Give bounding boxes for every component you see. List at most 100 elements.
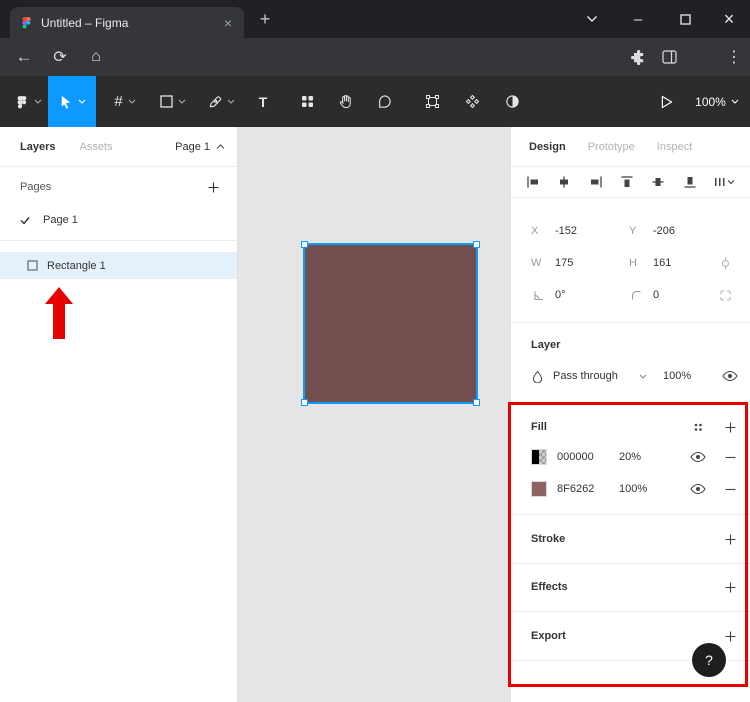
mask-half-circle-icon — [505, 94, 520, 109]
layer-opacity-input[interactable]: 100% — [663, 364, 691, 388]
align-vertical-center-icon[interactable] — [651, 175, 665, 189]
selection-handle[interactable] — [473, 399, 480, 406]
divider — [511, 403, 750, 404]
corner-radius-input[interactable]: 0 — [653, 283, 659, 307]
page-list-item[interactable]: Page 1 — [0, 207, 237, 233]
fill-hex-input[interactable]: 000000 — [557, 445, 594, 469]
align-top-icon[interactable] — [620, 175, 634, 189]
add-effect-button[interactable] — [718, 575, 742, 599]
y-input[interactable]: -206 — [653, 219, 675, 243]
zoom-level: 100% — [695, 95, 726, 109]
rectangle-tool-icon — [160, 95, 173, 108]
figma-browser-window: Untitled – Figma × + – × ← ⟳ ⌂ https://w… — [0, 0, 750, 702]
fill-color-swatch[interactable] — [531, 449, 547, 465]
rectangle-layer-icon — [27, 260, 38, 271]
x-input[interactable]: -152 — [555, 219, 577, 243]
chevron-down-icon[interactable] — [631, 364, 655, 388]
main-menu-button[interactable] — [6, 76, 50, 127]
tab-assets[interactable]: Assets — [79, 141, 112, 153]
layer-list-item-rectangle[interactable]: Rectangle 1 — [0, 252, 237, 279]
align-left-icon[interactable] — [526, 175, 540, 189]
divider — [0, 240, 237, 241]
zoom-menu[interactable]: 100% — [688, 76, 746, 127]
window-maximize-button[interactable] — [664, 0, 706, 38]
width-input[interactable]: 175 — [555, 251, 573, 275]
tab-title: Untitled – Figma — [41, 16, 212, 30]
pen-tool-button[interactable] — [198, 76, 244, 127]
align-right-icon[interactable] — [589, 175, 603, 189]
fill-visibility-eye-icon[interactable] — [686, 477, 710, 501]
add-export-button[interactable] — [718, 624, 742, 648]
text-tool-button[interactable]: T — [244, 76, 282, 127]
hand-icon — [338, 94, 353, 109]
selection-handle[interactable] — [473, 241, 480, 248]
chevron-down-icon — [78, 99, 86, 104]
height-input[interactable]: 161 — [653, 251, 671, 275]
resources-tool-button[interactable] — [288, 76, 326, 127]
fill-opacity-input[interactable]: 20% — [619, 445, 641, 469]
browser-tab[interactable]: Untitled – Figma × — [10, 7, 244, 38]
browser-titlebar: Untitled – Figma × + – × — [0, 0, 750, 38]
divider — [511, 611, 750, 612]
tab-search-chevron-icon[interactable] — [571, 0, 613, 38]
edit-object-button[interactable] — [412, 76, 452, 127]
hand-tool-button[interactable] — [326, 76, 364, 127]
corner-radius-icon — [624, 283, 648, 307]
comment-tool-button[interactable] — [364, 76, 404, 127]
tab-design[interactable]: Design — [529, 141, 566, 153]
layers-panel: Layers Assets Page 1 Pages Page 1 R — [0, 127, 238, 702]
browser-menu-icon[interactable]: ⋮ — [718, 38, 750, 76]
tab-close-icon[interactable]: × — [220, 15, 236, 31]
move-cursor-icon — [58, 94, 73, 110]
remove-fill-button[interactable] — [718, 445, 742, 469]
canvas[interactable] — [238, 127, 510, 702]
figma-favicon-icon — [20, 16, 33, 29]
home-button[interactable]: ⌂ — [80, 38, 112, 76]
selection-handle[interactable] — [301, 241, 308, 248]
help-button[interactable]: ? — [692, 643, 726, 677]
effects-section-title: Effects — [531, 575, 568, 599]
independent-corners-icon[interactable] — [713, 283, 737, 307]
tab-layers[interactable]: Layers — [20, 141, 55, 153]
remove-fill-button[interactable] — [718, 477, 742, 501]
frame-tool-button[interactable]: # — [102, 76, 148, 127]
align-bottom-icon[interactable] — [683, 175, 697, 189]
align-horizontal-center-icon[interactable] — [557, 175, 571, 189]
add-fill-button[interactable] — [718, 415, 742, 439]
page-selector[interactable]: Page 1 — [175, 141, 225, 153]
chevron-up-icon — [216, 144, 225, 150]
selected-rectangle[interactable] — [303, 243, 478, 404]
fill-hex-input[interactable]: 8F6262 — [557, 477, 594, 501]
export-section-title: Export — [531, 624, 566, 648]
blend-mode-select[interactable]: Pass through — [553, 364, 618, 388]
layer-visibility-eye-icon[interactable] — [718, 364, 742, 388]
use-as-mask-button[interactable] — [492, 76, 532, 127]
fill-color-swatch[interactable] — [531, 481, 547, 497]
shape-tool-button[interactable] — [150, 76, 196, 127]
present-button[interactable] — [648, 76, 686, 127]
move-tool-button[interactable] — [48, 76, 96, 127]
create-component-button[interactable] — [452, 76, 492, 127]
reload-button[interactable]: ⟳ — [44, 38, 76, 76]
window-minimize-button[interactable]: – — [617, 0, 659, 38]
add-page-button[interactable] — [201, 175, 225, 199]
tab-prototype[interactable]: Prototype — [588, 141, 635, 153]
new-tab-button[interactable]: + — [254, 8, 276, 30]
resources-grid-icon — [301, 95, 314, 108]
fill-styles-icon[interactable] — [686, 415, 710, 439]
constrain-proportions-icon[interactable] — [713, 251, 737, 275]
fill-opacity-input[interactable]: 100% — [619, 477, 647, 501]
selection-handle[interactable] — [301, 399, 308, 406]
window-close-button[interactable]: × — [708, 0, 750, 38]
side-panel-icon[interactable] — [653, 38, 685, 76]
distribute-menu-icon[interactable] — [714, 175, 735, 189]
add-stroke-button[interactable] — [718, 527, 742, 551]
edit-object-icon — [425, 94, 440, 109]
tab-inspect[interactable]: Inspect — [657, 141, 692, 153]
chevron-down-icon — [731, 99, 739, 104]
rotation-input[interactable]: 0° — [555, 283, 566, 307]
extensions-puzzle-icon[interactable] — [622, 38, 654, 76]
chevron-down-icon — [227, 99, 235, 104]
fill-visibility-eye-icon[interactable] — [686, 445, 710, 469]
back-button[interactable]: ← — [8, 38, 40, 76]
